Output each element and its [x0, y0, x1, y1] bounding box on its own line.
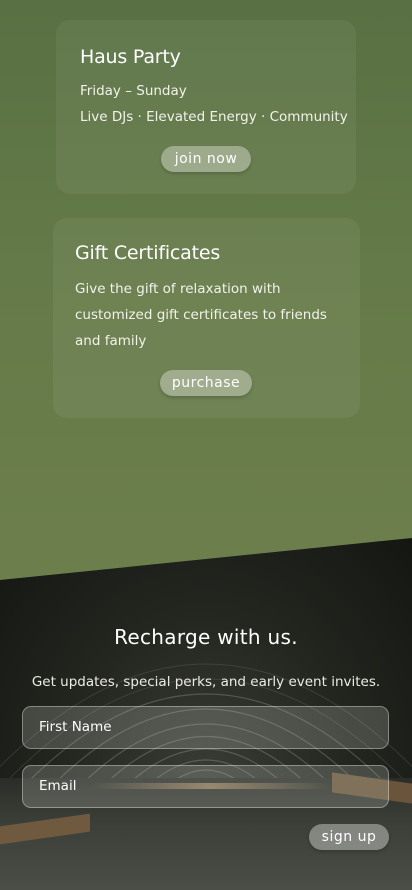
gift-certificates-title: Gift Certificates: [75, 242, 221, 264]
gift-certificates-card: Gift Certificates Give the gift of relax…: [53, 218, 360, 418]
newsletter-subtext: Get updates, special perks, and early ev…: [31, 674, 381, 690]
haus-party-title: Haus Party: [80, 46, 181, 68]
gift-description-line2: customized gift certificates to friends: [75, 307, 327, 323]
newsletter-heading: Recharge with us.: [114, 625, 298, 649]
haus-party-days: Friday – Sunday: [80, 83, 187, 99]
join-now-button[interactable]: join now: [161, 146, 251, 172]
gift-description-line3: and family: [75, 333, 147, 349]
email-field[interactable]: Email: [22, 765, 389, 808]
first-name-field[interactable]: First Name: [22, 706, 389, 749]
gift-description-line1: Give the gift of relaxation with: [75, 281, 281, 297]
sign-up-button[interactable]: sign up: [309, 824, 389, 850]
haus-party-features: Live DJs · Elevated Energy · Community: [80, 109, 348, 125]
haus-party-card: Haus Party Friday – Sunday Live DJs · El…: [56, 20, 356, 194]
purchase-button[interactable]: purchase: [160, 370, 252, 396]
